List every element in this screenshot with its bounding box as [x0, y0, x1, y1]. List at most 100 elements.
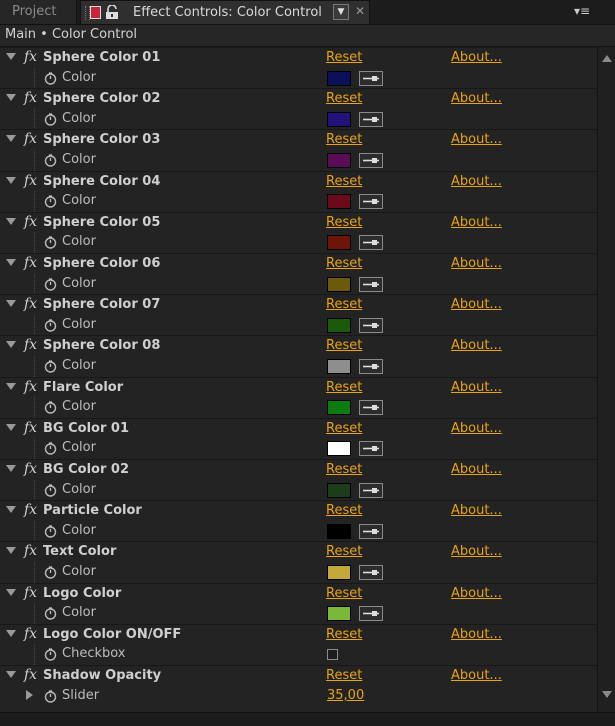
tab-effect-controls[interactable]: Effect Controls: Color Control ▼ ✕ — [80, 0, 370, 24]
scroll-up-icon[interactable] — [602, 55, 612, 62]
reset-link[interactable]: Reset — [326, 215, 362, 230]
stopwatch-icon[interactable] — [44, 607, 57, 620]
effect-row[interactable]: fx Sphere Color 04 Reset About... — [0, 171, 597, 193]
panel-menu-icon[interactable]: ▾≡ — [574, 4, 590, 18]
color-swatch[interactable] — [327, 565, 351, 580]
stopwatch-icon[interactable] — [44, 113, 57, 126]
effect-row[interactable]: fx Sphere Color 06 Reset About... — [0, 253, 597, 275]
eyedropper-button[interactable] — [359, 318, 383, 333]
fx-toggle-icon[interactable]: fx — [24, 502, 37, 518]
stopwatch-icon[interactable] — [44, 319, 57, 332]
about-link[interactable]: About... — [451, 627, 502, 642]
fx-toggle-icon[interactable]: fx — [24, 90, 37, 106]
eyedropper-button[interactable] — [359, 359, 383, 374]
color-swatch[interactable] — [327, 277, 351, 292]
stopwatch-icon[interactable] — [44, 360, 57, 373]
stopwatch-icon[interactable] — [44, 401, 57, 414]
about-link[interactable]: About... — [451, 503, 502, 518]
color-swatch[interactable] — [327, 359, 351, 374]
about-link[interactable]: About... — [451, 421, 502, 436]
fx-toggle-icon[interactable]: fx — [24, 49, 37, 65]
reset-link[interactable]: Reset — [326, 132, 362, 147]
stopwatch-icon[interactable] — [44, 154, 57, 167]
fx-toggle-icon[interactable]: fx — [24, 461, 37, 477]
stopwatch-icon[interactable] — [44, 484, 57, 497]
effect-row[interactable]: fx BG Color 02 Reset About... — [0, 459, 597, 481]
checkbox[interactable] — [327, 649, 338, 660]
about-link[interactable]: About... — [451, 132, 502, 147]
stopwatch-icon[interactable] — [44, 278, 57, 291]
fx-toggle-icon[interactable]: fx — [24, 131, 37, 147]
expand-triangle-icon[interactable] — [6, 341, 16, 348]
about-link[interactable]: About... — [451, 256, 502, 271]
color-swatch[interactable] — [327, 153, 351, 168]
about-link[interactable]: About... — [451, 50, 502, 65]
scrollbar[interactable] — [597, 47, 615, 712]
reset-link[interactable]: Reset — [326, 586, 362, 601]
expand-triangle-icon[interactable] — [6, 300, 16, 307]
effect-row[interactable]: fx Logo Color ON/OFF Reset About... — [0, 624, 597, 646]
stopwatch-icon[interactable] — [44, 72, 57, 85]
reset-link[interactable]: Reset — [326, 503, 362, 518]
effect-row[interactable]: fx Text Color Reset About... — [0, 541, 597, 563]
about-link[interactable]: About... — [451, 586, 502, 601]
reset-link[interactable]: Reset — [326, 50, 362, 65]
reset-link[interactable]: Reset — [326, 421, 362, 436]
fx-toggle-icon[interactable]: fx — [24, 543, 37, 559]
reset-link[interactable]: Reset — [326, 174, 362, 189]
fx-toggle-icon[interactable]: fx — [24, 337, 37, 353]
expand-triangle-icon[interactable] — [6, 177, 16, 184]
tab-project[interactable]: Project — [0, 0, 77, 24]
eyedropper-button[interactable] — [359, 606, 383, 621]
fx-toggle-icon[interactable]: fx — [24, 626, 37, 642]
fx-toggle-icon[interactable]: fx — [24, 420, 37, 436]
color-swatch[interactable] — [327, 112, 351, 127]
color-swatch[interactable] — [327, 318, 351, 333]
fx-toggle-icon[interactable]: fx — [24, 585, 37, 601]
about-link[interactable]: About... — [451, 91, 502, 106]
effect-row[interactable]: fx Sphere Color 01 Reset About... — [0, 47, 597, 69]
expand-triangle-icon[interactable] — [6, 506, 16, 513]
about-link[interactable]: About... — [451, 338, 502, 353]
expand-triangle-icon[interactable] — [6, 671, 16, 678]
color-swatch[interactable] — [327, 483, 351, 498]
tab-dropdown-button[interactable]: ▼ — [333, 4, 349, 20]
expand-triangle-icon[interactable] — [6, 135, 16, 142]
eyedropper-button[interactable] — [359, 235, 383, 250]
fx-toggle-icon[interactable]: fx — [24, 173, 37, 189]
effect-row[interactable]: fx Particle Color Reset About... — [0, 500, 597, 522]
eyedropper-button[interactable] — [359, 524, 383, 539]
effect-row[interactable]: fx Sphere Color 08 Reset About... — [0, 335, 597, 357]
effect-row[interactable]: fx Sphere Color 03 Reset About... — [0, 129, 597, 151]
color-swatch[interactable] — [327, 235, 351, 250]
fx-toggle-icon[interactable]: fx — [24, 379, 37, 395]
reset-link[interactable]: Reset — [326, 338, 362, 353]
eyedropper-button[interactable] — [359, 277, 383, 292]
eyedropper-button[interactable] — [359, 194, 383, 209]
close-icon[interactable]: ✕ — [355, 4, 365, 18]
color-swatch[interactable] — [327, 400, 351, 415]
about-link[interactable]: About... — [451, 215, 502, 230]
expand-triangle-icon[interactable] — [6, 218, 16, 225]
color-swatch[interactable] — [327, 524, 351, 539]
expand-triangle-icon[interactable] — [26, 690, 33, 700]
slider-value[interactable]: 35,00 — [327, 688, 364, 703]
effect-row[interactable]: fx BG Color 01 Reset About... — [0, 418, 597, 440]
stopwatch-icon[interactable] — [44, 566, 57, 579]
about-link[interactable]: About... — [451, 174, 502, 189]
effect-row[interactable]: fx Logo Color Reset About... — [0, 583, 597, 605]
stopwatch-icon[interactable] — [44, 648, 57, 661]
fx-toggle-icon[interactable]: fx — [24, 214, 37, 230]
fx-toggle-icon[interactable]: fx — [24, 667, 37, 683]
effect-row[interactable]: fx Sphere Color 02 Reset About... — [0, 88, 597, 110]
reset-link[interactable]: Reset — [326, 297, 362, 312]
eyedropper-button[interactable] — [359, 483, 383, 498]
effect-row[interactable]: fx Flare Color Reset About... — [0, 377, 597, 399]
lock-icon[interactable] — [105, 5, 119, 20]
reset-link[interactable]: Reset — [326, 668, 362, 683]
fx-toggle-icon[interactable]: fx — [24, 255, 37, 271]
effect-row[interactable]: fx Shadow Opacity Reset About... — [0, 665, 597, 687]
stopwatch-icon[interactable] — [44, 690, 57, 703]
expand-triangle-icon[interactable] — [6, 53, 16, 60]
expand-triangle-icon[interactable] — [6, 383, 16, 390]
